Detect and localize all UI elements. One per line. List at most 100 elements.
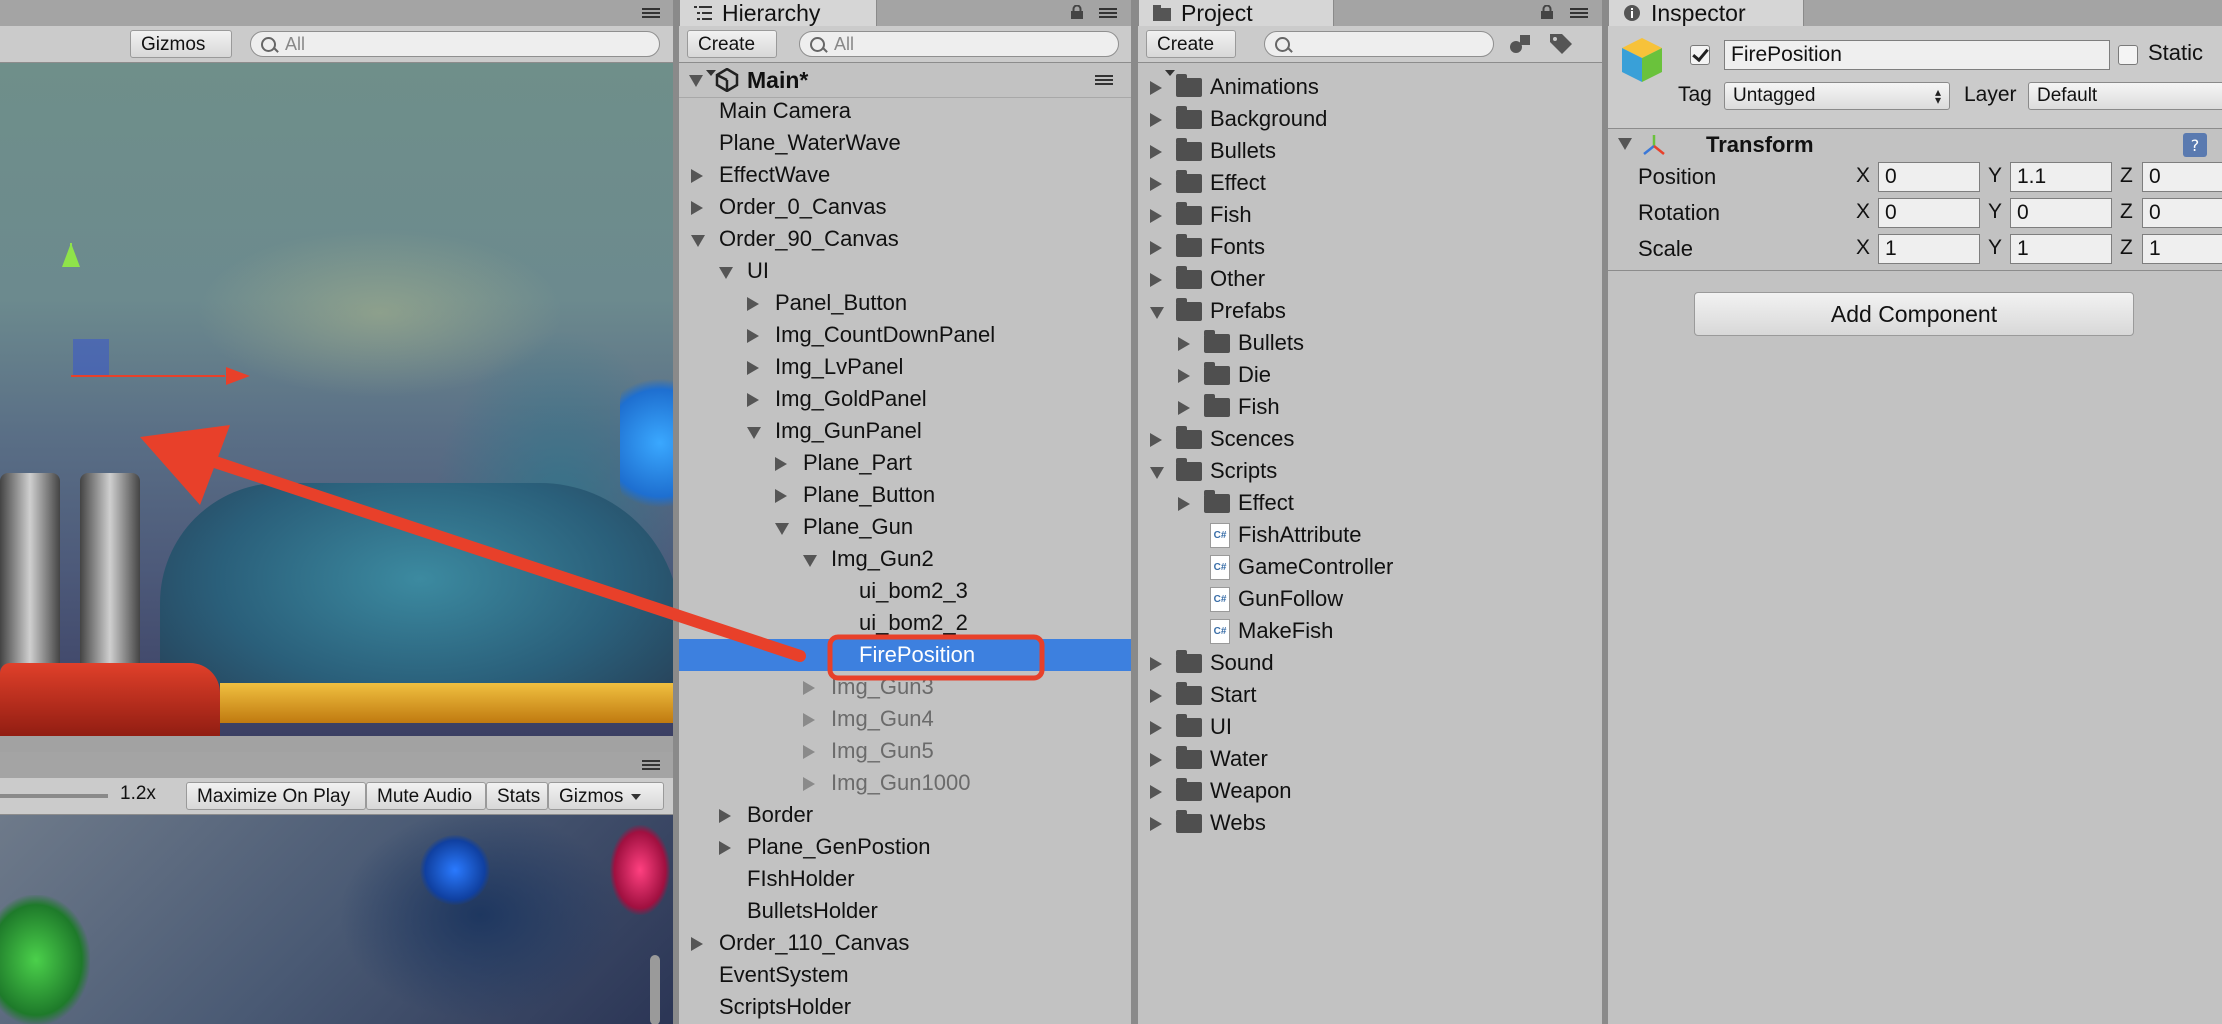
static-checkbox[interactable] xyxy=(2118,45,2138,65)
expand-arrow-icon[interactable] xyxy=(1150,273,1162,287)
hierarchy-search-input[interactable]: All xyxy=(799,31,1119,57)
project-folder-row[interactable]: UI xyxy=(1138,711,1602,743)
expand-arrow-icon[interactable] xyxy=(1150,145,1162,159)
tab-hierarchy[interactable]: Hierarchy xyxy=(679,0,877,26)
axis-y-label[interactable]: Y xyxy=(1988,236,2002,260)
hierarchy-row[interactable]: Plane_WaterWave xyxy=(679,127,1131,159)
project-folder-row[interactable]: Bullets xyxy=(1138,135,1602,167)
tag-dropdown[interactable]: Untagged ▴ ▾ xyxy=(1724,82,1950,110)
active-checkbox[interactable] xyxy=(1690,45,1710,65)
hierarchy-row[interactable]: Plane_Button xyxy=(679,479,1131,511)
collapse-arrow-icon[interactable] xyxy=(1150,307,1164,319)
collapse-arrow-icon[interactable] xyxy=(747,427,761,439)
hierarchy-row[interactable]: Border xyxy=(679,799,1131,831)
project-search-input[interactable] xyxy=(1264,31,1494,57)
expand-arrow-icon[interactable] xyxy=(1150,81,1162,95)
expand-arrow-icon[interactable] xyxy=(747,393,759,407)
expand-arrow-icon[interactable] xyxy=(747,297,759,311)
axis-x-label[interactable]: X xyxy=(1856,236,1870,260)
axis-z-label[interactable]: Z xyxy=(2120,236,2133,260)
expand-arrow-icon[interactable] xyxy=(1150,209,1162,223)
rotation-x-field[interactable]: 0 xyxy=(1878,198,1980,228)
collapse-arrow-icon[interactable] xyxy=(1618,138,1632,150)
expand-arrow-icon[interactable] xyxy=(1178,369,1190,383)
project-folder-row[interactable]: Fish xyxy=(1138,199,1602,231)
position-x-field[interactable]: 0 xyxy=(1878,162,1980,192)
project-script-row[interactable]: C# GunFollow xyxy=(1138,583,1602,615)
expand-arrow-icon[interactable] xyxy=(803,713,815,727)
expand-arrow-icon[interactable] xyxy=(1150,689,1162,703)
tab-inspector[interactable]: Inspector xyxy=(1608,0,1804,26)
collapse-arrow-icon[interactable] xyxy=(719,267,733,279)
hierarchy-row[interactable]: FIshHolder xyxy=(679,863,1131,895)
project-script-row[interactable]: C# MakeFish xyxy=(1138,615,1602,647)
hierarchy-row[interactable]: BulletsHolder xyxy=(679,895,1131,927)
filter-by-type-icon[interactable] xyxy=(1508,33,1534,55)
game-gizmos-button[interactable]: Gizmos xyxy=(548,782,664,810)
object-name-field[interactable]: FirePosition xyxy=(1724,40,2110,70)
panel-divider[interactable] xyxy=(1131,0,1138,1024)
lock-icon[interactable] xyxy=(1070,5,1084,19)
expand-arrow-icon[interactable] xyxy=(1150,785,1162,799)
expand-arrow-icon[interactable] xyxy=(1150,433,1162,447)
scene-gizmos-button[interactable]: Gizmos xyxy=(130,30,232,76)
help-book-icon[interactable]: ? xyxy=(2182,132,2208,158)
game-viewport[interactable] xyxy=(0,815,673,1024)
filter-by-label-icon[interactable] xyxy=(1548,32,1574,56)
collapse-arrow-icon[interactable] xyxy=(1150,467,1164,479)
scale-slider[interactable] xyxy=(0,794,108,798)
project-folder-row[interactable]: Prefabs xyxy=(1138,295,1602,327)
expand-arrow-icon[interactable] xyxy=(803,745,815,759)
project-folder-row[interactable]: Fish xyxy=(1138,391,1602,423)
hierarchy-row[interactable]: Img_Gun5 xyxy=(679,735,1131,767)
expand-arrow-icon[interactable] xyxy=(1178,401,1190,415)
axis-z-label[interactable]: Z xyxy=(2120,200,2133,224)
hierarchy-row[interactable]: Img_GoldPanel xyxy=(679,383,1131,415)
position-z-field[interactable]: 0 xyxy=(2142,162,2222,192)
collapse-arrow-icon[interactable] xyxy=(803,555,817,567)
hierarchy-row[interactable]: Img_LvPanel xyxy=(679,351,1131,383)
expand-arrow-icon[interactable] xyxy=(719,841,731,855)
tab-project[interactable]: Project xyxy=(1138,0,1334,26)
project-folder-row[interactable]: Die xyxy=(1138,359,1602,391)
project-folder-row[interactable]: Webs xyxy=(1138,807,1602,839)
axis-y-label[interactable]: Y xyxy=(1988,200,2002,224)
panel-menu-icon[interactable] xyxy=(642,8,660,18)
axis-x-label[interactable]: X xyxy=(1856,200,1870,224)
hierarchy-row[interactable]: Img_Gun1000 xyxy=(679,767,1131,799)
expand-arrow-icon[interactable] xyxy=(1150,657,1162,671)
expand-arrow-icon[interactable] xyxy=(803,681,815,695)
rotation-z-field[interactable]: 0 xyxy=(2142,198,2222,228)
hierarchy-row[interactable]: Img_GunPanel xyxy=(679,415,1131,447)
axis-z-label[interactable]: Z xyxy=(2120,164,2133,188)
expand-arrow-icon[interactable] xyxy=(1150,721,1162,735)
expand-arrow-icon[interactable] xyxy=(747,361,759,375)
scene-menu-icon[interactable] xyxy=(1095,75,1113,85)
panel-menu-icon[interactable] xyxy=(1570,8,1588,18)
expand-arrow-icon[interactable] xyxy=(1150,177,1162,191)
project-script-row[interactable]: C# GameController xyxy=(1138,551,1602,583)
project-create-button[interactable]: Create xyxy=(1146,30,1236,76)
collapse-arrow-icon[interactable] xyxy=(691,235,705,247)
project-folder-row[interactable]: Background xyxy=(1138,103,1602,135)
lock-icon[interactable] xyxy=(1540,5,1554,19)
panel-menu-icon[interactable] xyxy=(642,760,660,770)
expand-arrow-icon[interactable] xyxy=(1178,337,1190,351)
project-folder-row[interactable]: Sound xyxy=(1138,647,1602,679)
hierarchy-row[interactable]: Img_CountDownPanel xyxy=(679,319,1131,351)
expand-arrow-icon[interactable] xyxy=(1150,753,1162,767)
project-folder-row[interactable]: Other xyxy=(1138,263,1602,295)
expand-arrow-icon[interactable] xyxy=(1150,817,1162,831)
hierarchy-row-selected[interactable]: FirePosition xyxy=(679,639,1131,671)
expand-arrow-icon[interactable] xyxy=(691,169,703,183)
expand-arrow-icon[interactable] xyxy=(1178,497,1190,511)
game-scrollbar[interactable] xyxy=(650,955,660,1024)
expand-arrow-icon[interactable] xyxy=(1150,113,1162,127)
hierarchy-row[interactable]: Img_Gun2 xyxy=(679,543,1131,575)
scene-viewport[interactable] xyxy=(0,63,673,736)
scale-z-field[interactable]: 1 xyxy=(2142,234,2222,264)
expand-arrow-icon[interactable] xyxy=(775,457,787,471)
axis-y-label[interactable]: Y xyxy=(1988,164,2002,188)
scale-x-field[interactable]: 1 xyxy=(1878,234,1980,264)
scene-root-row[interactable]: Main* xyxy=(679,63,1131,98)
